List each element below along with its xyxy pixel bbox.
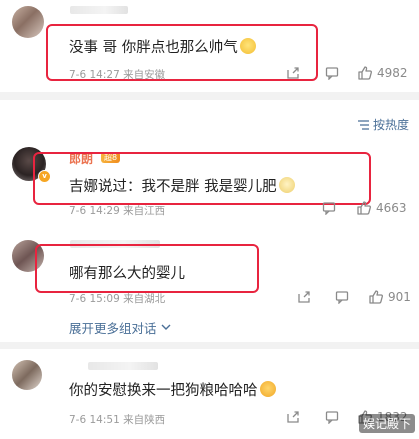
comment-icon: [335, 291, 349, 304]
reply-button[interactable]: [325, 66, 339, 80]
chevron-down-icon: [161, 324, 171, 330]
reply-button[interactable]: [325, 410, 339, 424]
like-count: 901: [388, 290, 411, 304]
comment-meta: 7-6 15:09 来自湖北: [69, 293, 166, 305]
glasses-emoji-icon: [278, 177, 295, 193]
sort-by-hot-button[interactable]: 按热度: [357, 116, 409, 133]
username-redacted: [88, 362, 158, 370]
comment-text-content: 你的安慰换来一把狗粮哈哈哈: [69, 383, 258, 399]
thumbs-up-icon: [357, 201, 371, 215]
watermark: 娱记殿下: [358, 414, 415, 433]
comment-text: 哪有那么大的婴儿: [69, 266, 185, 282]
kiss-emoji-icon: [259, 381, 276, 397]
reply-button[interactable]: [335, 290, 349, 304]
sort-icon: [357, 119, 369, 130]
comment-icon: [322, 202, 336, 215]
username-redacted: [70, 6, 128, 14]
comment-text-content: 吉娜说过：我不是胖 我是婴儿肥: [69, 179, 277, 195]
like-button[interactable]: 4982: [357, 65, 408, 81]
share-button[interactable]: [297, 290, 311, 304]
comment-text: 你的安慰换来一把狗粮哈哈哈: [69, 379, 276, 400]
comment-icon: [325, 67, 339, 80]
thumbs-up-icon: [369, 290, 383, 304]
share-button[interactable]: [286, 66, 300, 80]
comment-text: 没事 哥 你胖点也那么帅气: [69, 36, 256, 57]
avatar[interactable]: [12, 6, 44, 38]
comment-text-content: 没事 哥 你胖点也那么帅气: [69, 40, 238, 56]
share-icon: [298, 291, 310, 303]
avatar[interactable]: [12, 360, 42, 390]
section-divider: [0, 92, 419, 100]
comment-text: 吉娜说过：我不是胖 我是婴儿肥: [69, 175, 295, 196]
expand-label: 展开更多组对话: [69, 321, 157, 336]
sort-label: 按热度: [372, 118, 409, 132]
grin-emoji-icon: [239, 38, 256, 54]
like-button[interactable]: 901: [368, 289, 411, 305]
expand-more-conversations-link[interactable]: 展开更多组对话: [69, 318, 171, 337]
share-icon: [287, 411, 299, 423]
section-divider: [0, 342, 419, 349]
thumbs-up-icon: [358, 66, 372, 80]
reply-button[interactable]: [322, 201, 336, 215]
like-count: 4982: [377, 66, 408, 80]
share-icon: [287, 67, 299, 79]
comment-meta: 7-6 14:51 来自陕西: [69, 414, 166, 426]
comment-icon: [325, 411, 339, 424]
like-button[interactable]: 4663: [356, 200, 407, 216]
comment-meta: 7-6 14:29 来自江西: [69, 205, 166, 217]
comment-meta: 7-6 14:27 来自安徽: [69, 69, 166, 81]
share-button[interactable]: [286, 410, 300, 424]
like-count: 4663: [376, 201, 407, 215]
